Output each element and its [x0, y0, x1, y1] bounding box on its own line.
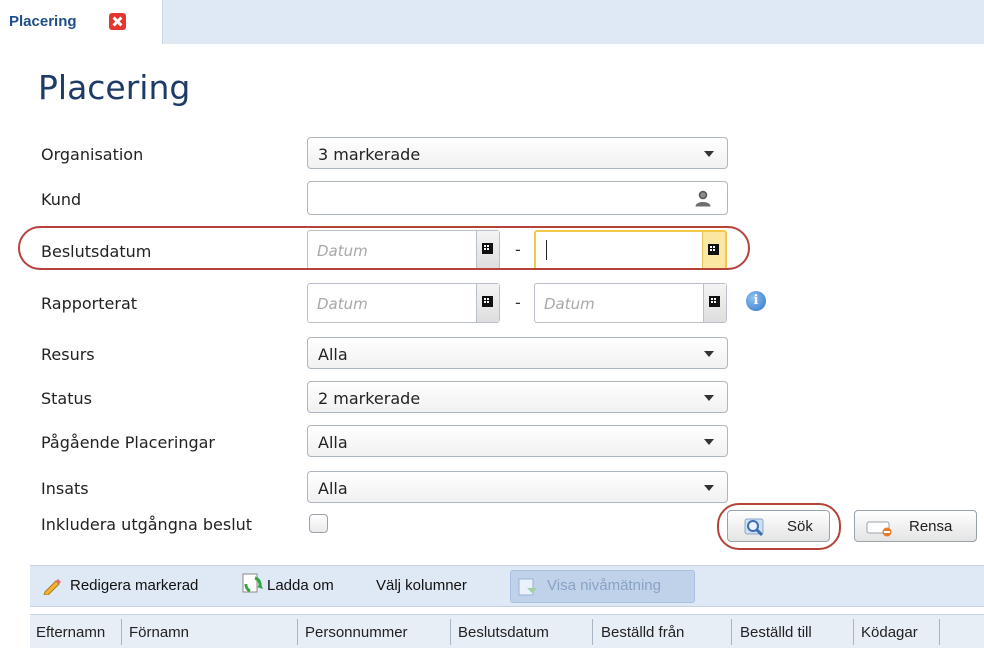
column-header[interactable]: Efternamn [36, 624, 105, 641]
rapporterat-from-calendar-button[interactable] [476, 284, 499, 322]
rapporterat-to-placeholder: Datum [544, 295, 595, 313]
organisation-label: Organisation [41, 145, 144, 164]
calendar-icon [709, 296, 720, 307]
report-icon [518, 578, 537, 596]
rapporterat-to-calendar-button[interactable] [703, 284, 726, 322]
text-cursor [546, 240, 547, 260]
date-range-separator: - [515, 293, 521, 312]
beslutsdatum-to-field[interactable] [534, 230, 727, 270]
beslutsdatum-from-calendar-button[interactable] [476, 231, 499, 269]
column-header[interactable]: Personnummer [305, 624, 408, 641]
column-divider [853, 619, 854, 645]
person-icon[interactable] [694, 189, 712, 207]
pagaende-value: Alla [318, 433, 348, 452]
beslutsdatum-label: Beslutsdatum [41, 242, 152, 261]
grid-header: Efternamn Förnamn Personnummer Beslutsda… [30, 614, 984, 648]
organisation-select[interactable]: 3 markerade [307, 137, 728, 169]
insats-label: Insats [41, 479, 89, 498]
rapporterat-from-placeholder: Datum [317, 295, 368, 313]
resurs-select[interactable]: Alla [307, 337, 728, 369]
column-divider [592, 619, 593, 645]
search-icon [744, 518, 764, 537]
column-header[interactable]: Ködagar [861, 624, 918, 641]
status-label: Status [41, 389, 92, 408]
rapporterat-label: Rapporterat [41, 294, 138, 313]
calendar-icon [708, 244, 719, 255]
beslutsdatum-to-calendar-button[interactable] [702, 232, 725, 268]
column-header[interactable]: Förnamn [129, 624, 189, 641]
edit-selected-label: Redigera markerad [70, 577, 199, 594]
inkludera-label: Inkludera utgångna beslut [41, 515, 253, 534]
reload-label: Ladda om [267, 577, 334, 594]
clear-button-label: Rensa [909, 518, 953, 535]
beslutsdatum-from-placeholder: Datum [317, 242, 368, 260]
insats-value: Alla [318, 479, 348, 498]
column-divider [297, 619, 298, 645]
clear-button[interactable]: Rensa [854, 510, 977, 542]
column-divider [121, 619, 122, 645]
chevron-down-icon [704, 485, 714, 491]
resurs-label: Resurs [41, 345, 95, 364]
pagaende-select[interactable]: Alla [307, 425, 728, 457]
pagaende-label: Pågående Placeringar [41, 433, 216, 452]
chevron-down-icon [704, 351, 714, 357]
edit-selected-button[interactable]: Redigera markerad [38, 566, 223, 606]
calendar-icon [482, 243, 493, 254]
info-icon[interactable]: i [746, 291, 766, 311]
column-divider [731, 619, 732, 645]
column-divider [939, 619, 940, 645]
organisation-value: 3 markerade [318, 145, 421, 164]
column-header[interactable]: Beslutsdatum [458, 624, 549, 641]
pencil-icon [43, 579, 61, 595]
rapporterat-from-field[interactable]: Datum [307, 283, 500, 323]
column-divider [450, 619, 451, 645]
tab-strip: Placering [0, 0, 984, 44]
reload-icon [242, 573, 263, 593]
reload-button[interactable]: Ladda om [240, 566, 360, 606]
status-select[interactable]: 2 markerade [307, 381, 728, 413]
date-range-separator: - [515, 240, 521, 259]
show-level-measurement-label: Visa nivåmätning [547, 577, 661, 594]
show-level-measurement-button[interactable]: Visa nivåmätning [510, 570, 695, 603]
kund-label: Kund [41, 190, 82, 209]
inkludera-checkbox[interactable] [309, 514, 328, 533]
resurs-value: Alla [318, 345, 348, 364]
beslutsdatum-from-field[interactable]: Datum [307, 230, 500, 270]
page-title: Placering [38, 68, 191, 107]
rapporterat-to-field[interactable]: Datum [534, 283, 727, 323]
status-value: 2 markerade [318, 389, 421, 408]
chevron-down-icon [704, 151, 714, 157]
column-header[interactable]: Beställd från [601, 624, 684, 641]
tab-placering[interactable]: Placering [0, 0, 163, 44]
kund-input[interactable] [307, 181, 728, 215]
tab-label: Placering [9, 13, 77, 30]
grid-toolbar: Redigera markerad Ladda om Välj kolumner… [30, 565, 984, 607]
column-header[interactable]: Beställd till [740, 624, 812, 641]
chevron-down-icon [704, 395, 714, 401]
choose-columns-button[interactable]: Välj kolumner [376, 577, 467, 594]
search-button[interactable]: Sök [727, 510, 830, 542]
search-button-label: Sök [787, 518, 813, 535]
close-icon[interactable] [109, 13, 126, 30]
calendar-icon [482, 296, 493, 307]
chevron-down-icon [704, 439, 714, 445]
insats-select[interactable]: Alla [307, 471, 728, 503]
eraser-icon [866, 521, 892, 537]
